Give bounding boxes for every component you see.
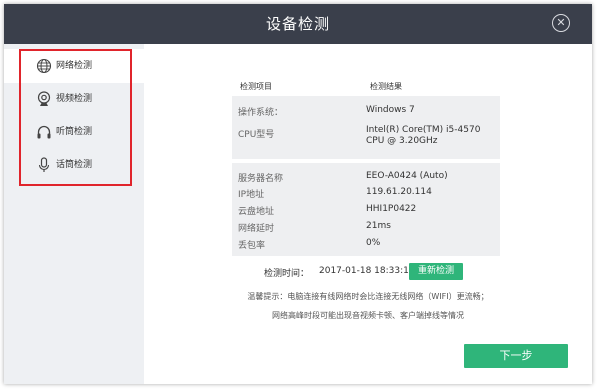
close-button[interactable]: ✕ <box>552 14 570 32</box>
headphones-icon <box>37 125 51 139</box>
tip-line-2: 网络高峰时段可能出现音视频卡顿、客户端掉线等情况 <box>272 311 464 320</box>
network-info-panel: 服务器名称 EEO-A0424 (Auto) IP地址 119.61.20.11… <box>232 163 500 256</box>
check-time-value: 2017-01-18 18:33:15 <box>319 266 415 276</box>
cpu-value-line1: Intel(R) Core(TM) i5-4570 <box>366 125 481 135</box>
sidebar-item-video[interactable]: 视频检测 <box>4 82 144 116</box>
recheck-button[interactable]: 重新检测 <box>409 263 463 280</box>
globe-icon <box>36 58 52 74</box>
tip-line-1: 温馨提示：电脑连接有线网络时会比连接无线网络（WIFI）更流畅； <box>247 292 489 301</box>
next-step-button[interactable]: 下一步 <box>464 344 568 368</box>
latency-value: 21ms <box>366 221 391 231</box>
close-icon: ✕ <box>556 16 566 29</box>
sidebar: 网络检测 视频检测 听筒检测 话筒检测 <box>4 44 144 384</box>
server-name-value: EEO-A0424 (Auto) <box>366 171 448 181</box>
sidebar-item-label: 听筒检测 <box>56 127 93 137</box>
sidebar-item-label: 话筒检测 <box>56 160 93 170</box>
ip-address-value: 119.61.20.114 <box>366 187 432 197</box>
ip-address-label: IP地址 <box>238 190 265 200</box>
packet-loss-label: 丢包率 <box>238 241 266 251</box>
column-header-item: 检测项目 <box>240 82 272 91</box>
system-info-panel: 操作系统： Windows 7 CPU型号 Intel(R) Core(TM) … <box>232 96 500 159</box>
cloud-address-value: HHI1P0422 <box>366 204 417 214</box>
server-name-label: 服务器名称 <box>238 174 284 184</box>
cloud-address-label: 云盘地址 <box>238 207 275 217</box>
os-label: 操作系统： <box>238 108 284 118</box>
cpu-value-line2: CPU @ 3.20GHz <box>366 136 438 146</box>
sidebar-item-label: 网络检测 <box>56 61 93 71</box>
packet-loss-value: 0% <box>366 238 381 248</box>
device-check-window: 设备检测 ✕ 网络检测 视频检测 听筒检测 话筒检测 检测项目 检测结果 操作系… <box>4 4 592 384</box>
sidebar-item-microphone[interactable]: 话筒检测 <box>4 148 144 182</box>
sidebar-item-network[interactable]: 网络检测 <box>4 49 144 83</box>
os-value: Windows 7 <box>366 105 415 115</box>
cpu-label: CPU型号 <box>238 130 275 140</box>
webcam-icon <box>37 91 51 106</box>
main-content: 检测项目 检测结果 操作系统： Windows 7 CPU型号 Intel(R)… <box>144 44 592 384</box>
column-header-result: 检测结果 <box>370 82 402 91</box>
latency-label: 网络延时 <box>238 224 275 234</box>
microphone-icon <box>38 157 50 172</box>
sidebar-item-label: 视频检测 <box>56 94 93 104</box>
window-title: 设备检测 <box>265 15 330 33</box>
check-time-label: 检测时间： <box>264 269 310 279</box>
title-bar: 设备检测 ✕ <box>4 4 592 44</box>
sidebar-item-speaker[interactable]: 听筒检测 <box>4 115 144 149</box>
